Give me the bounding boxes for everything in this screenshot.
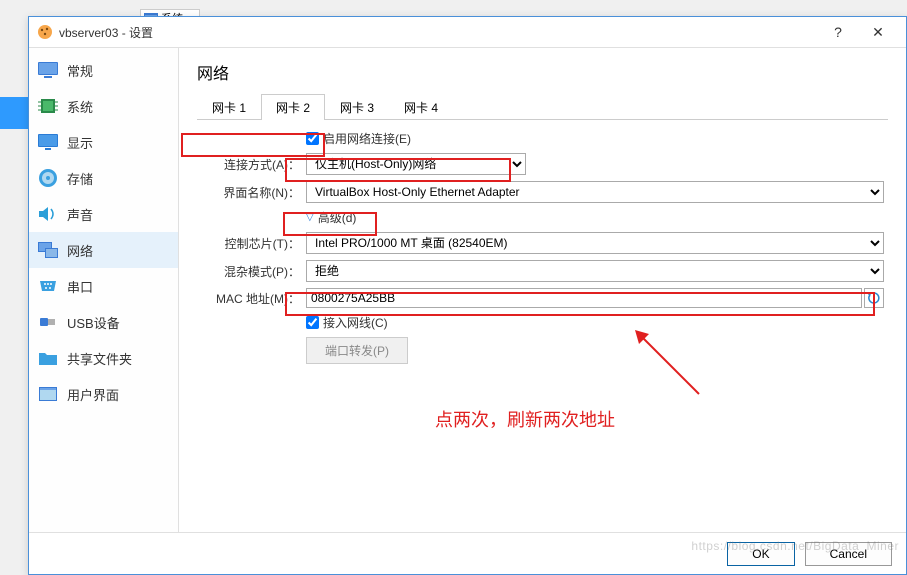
sidebar-item-label: 系统 <box>67 97 93 116</box>
sidebar-item-system[interactable]: 系统 <box>29 88 178 124</box>
folder-icon <box>37 347 59 369</box>
sidebar-item-label: 常规 <box>67 61 93 80</box>
cable-checkbox[interactable]: 接入网线(C) <box>306 314 884 331</box>
ifname-select[interactable]: VirtualBox Host-Only Ethernet Adapter <box>306 181 884 203</box>
chip-icon <box>37 95 59 117</box>
usb-icon <box>37 311 59 333</box>
promisc-label: 混杂模式(P)： <box>201 263 306 280</box>
network-form: 启用网络连接(E) 连接方式(A)： 仅主机(Host-Only)网络 界面名称… <box>197 120 888 364</box>
adapter-tabs: 网卡 1 网卡 2 网卡 3 网卡 4 <box>197 94 888 120</box>
mac-label: MAC 地址(M)： <box>201 290 306 307</box>
sidebar-item-label: 存储 <box>67 169 93 188</box>
mac-refresh-button[interactable] <box>864 288 884 308</box>
app-icon <box>37 24 53 40</box>
sidebar-item-general[interactable]: 常规 <box>29 52 178 88</box>
port-forward-button[interactable]: 端口转发(P) <box>306 337 408 364</box>
chip-select[interactable]: Intel PRO/1000 MT 桌面 (82540EM) <box>306 232 884 254</box>
attached-select[interactable]: 仅主机(Host-Only)网络 <box>306 153 526 175</box>
speaker-icon <box>37 203 59 225</box>
sidebar-item-ui[interactable]: 用户界面 <box>29 376 178 412</box>
sidebar-item-serial[interactable]: 串口 <box>29 268 178 304</box>
display-icon <box>37 131 59 153</box>
main-panel: 网络 网卡 1 网卡 2 网卡 3 网卡 4 启用网络连接(E) 连接方式(A)… <box>179 48 906 532</box>
close-button[interactable]: ✕ <box>858 18 898 46</box>
attached-label: 连接方式(A)： <box>201 156 306 173</box>
serial-icon <box>37 275 59 297</box>
sidebar-item-network[interactable]: 网络 <box>29 232 178 268</box>
advanced-toggle[interactable]: ▽ 高级(d) <box>306 209 884 226</box>
help-button[interactable]: ? <box>818 18 858 46</box>
promisc-select[interactable]: 拒绝 <box>306 260 884 282</box>
sidebar-item-usb[interactable]: USB设备 <box>29 304 178 340</box>
sidebar-item-label: 用户界面 <box>67 385 119 404</box>
layout-icon <box>37 383 59 405</box>
sidebar-item-label: 串口 <box>67 277 93 296</box>
sidebar-item-label: 网络 <box>67 241 93 260</box>
ifname-label: 界面名称(N)： <box>201 184 306 201</box>
tab-adapter-4[interactable]: 网卡 4 <box>389 94 453 120</box>
sidebar-item-storage[interactable]: 存储 <box>29 160 178 196</box>
sidebar-item-label: 共享文件夹 <box>67 349 132 368</box>
disk-icon <box>37 167 59 189</box>
sidebar-item-shared[interactable]: 共享文件夹 <box>29 340 178 376</box>
triangle-down-icon: ▽ <box>306 212 314 223</box>
mac-input[interactable] <box>306 288 862 308</box>
network-icon <box>37 239 59 261</box>
titlebar: vbserver03 - 设置 ? ✕ <box>29 17 906 47</box>
chip-label: 控制芯片(T)： <box>201 235 306 252</box>
cancel-button[interactable]: Cancel <box>805 542 892 566</box>
page-title: 网络 <box>197 60 888 84</box>
sidebar-item-label: 显示 <box>67 133 93 152</box>
annotation-text: 点两次，刷新两次地址 <box>435 406 615 432</box>
bg-selection-stripe <box>0 97 28 129</box>
ok-button[interactable]: OK <box>727 542 794 566</box>
monitor-icon <box>37 59 59 81</box>
cable-label: 接入网线(C) <box>323 314 388 331</box>
dialog-footer: OK Cancel <box>29 532 906 574</box>
enable-network-checkbox[interactable]: 启用网络连接(E) <box>306 130 884 147</box>
tab-adapter-2[interactable]: 网卡 2 <box>261 94 325 120</box>
sidebar-item-label: USB设备 <box>67 313 120 332</box>
tab-adapter-3[interactable]: 网卡 3 <box>325 94 389 120</box>
tab-adapter-1[interactable]: 网卡 1 <box>197 94 261 120</box>
refresh-icon <box>867 291 881 305</box>
sidebar-item-display[interactable]: 显示 <box>29 124 178 160</box>
enable-network-label: 启用网络连接(E) <box>323 130 411 147</box>
dialog-title: vbserver03 - 设置 <box>59 24 818 41</box>
sidebar-item-audio[interactable]: 声音 <box>29 196 178 232</box>
advanced-label: 高级(d) <box>318 209 357 226</box>
sidebar-item-label: 声音 <box>67 205 93 224</box>
settings-dialog: vbserver03 - 设置 ? ✕ 常规 系统 显示 存储 声音 网络 串口… <box>28 16 907 575</box>
sidebar: 常规 系统 显示 存储 声音 网络 串口 USB设备 共享文件夹 用户界面 <box>29 48 179 532</box>
